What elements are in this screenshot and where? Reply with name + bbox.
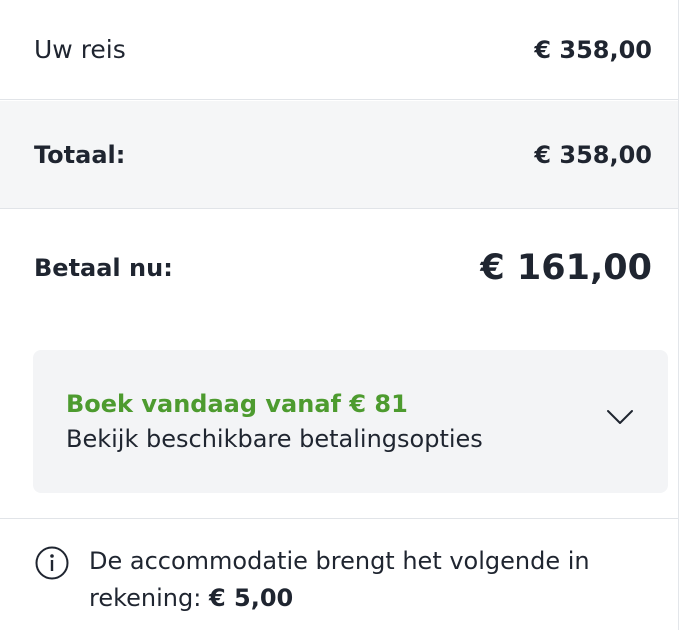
trip-label: Uw reis <box>34 35 126 64</box>
info-icon <box>35 546 69 580</box>
total-price-row: Totaal: € 358,00 <box>0 101 678 209</box>
trip-price-row: Uw reis € 358,00 <box>0 0 678 100</box>
pay-now-label: Betaal nu: <box>34 254 173 282</box>
pay-now-amount: € 161,00 <box>480 248 652 288</box>
section-divider <box>0 518 678 519</box>
view-payment-options-text: Bekijk beschikbare betalingsopties <box>66 425 483 453</box>
pay-now-row: Betaal nu: € 161,00 <box>0 223 678 313</box>
trip-amount: € 358,00 <box>534 35 652 64</box>
total-label: Totaal: <box>34 140 126 169</box>
chevron-down-icon[interactable] <box>606 408 634 426</box>
fee-notice-message: De accommodatie brengt het volgende in r… <box>89 547 590 612</box>
book-today-promo: Boek vandaag vanaf € 81 <box>66 390 408 418</box>
price-summary-panel: Uw reis € 358,00 Totaal: € 358,00 Betaal… <box>0 0 679 630</box>
accommodation-fee-notice: De accommodatie brengt het volgende in r… <box>35 543 665 617</box>
total-amount: € 358,00 <box>534 140 652 169</box>
payment-options-toggle[interactable]: Boek vandaag vanaf € 81 Bekijk beschikba… <box>33 350 668 493</box>
fee-amount: € 5,00 <box>208 584 294 612</box>
fee-notice-text: De accommodatie brengt het volgende in r… <box>89 543 665 617</box>
